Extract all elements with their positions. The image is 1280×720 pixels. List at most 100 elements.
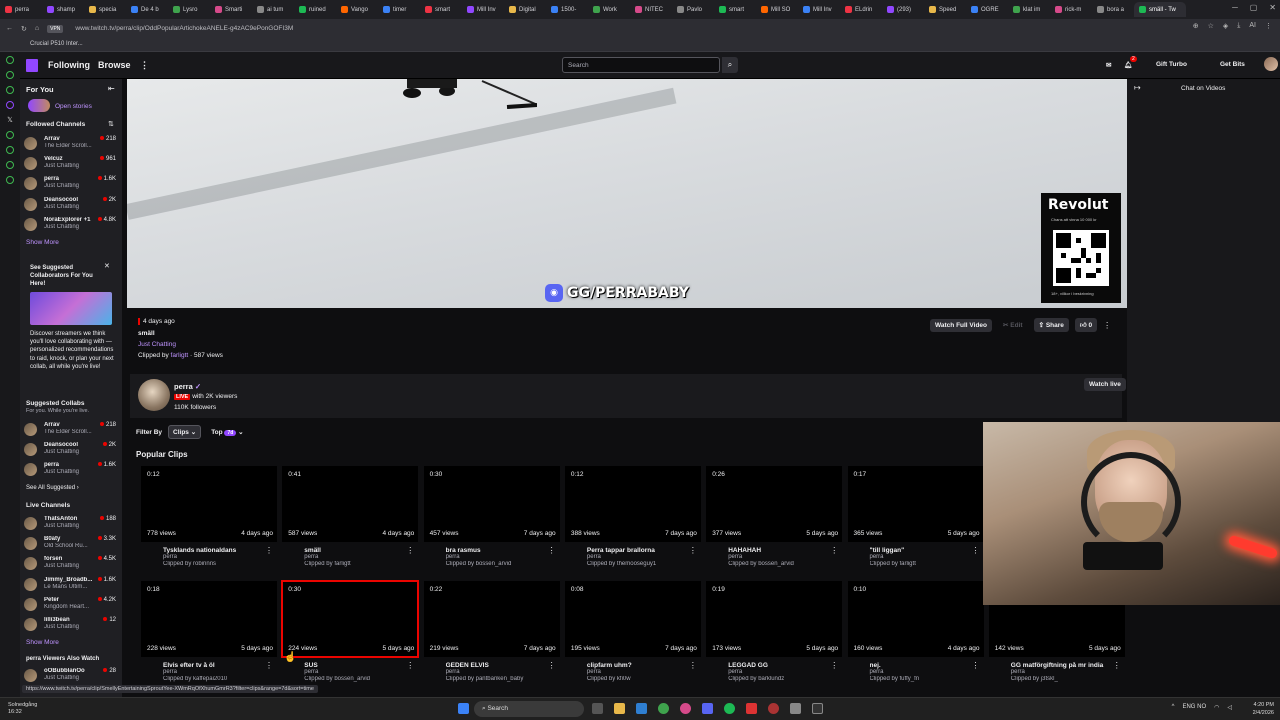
gift-turbo-button[interactable]: Gift Turbo xyxy=(1156,61,1187,68)
edit-button[interactable]: ✂ Edit xyxy=(998,318,1028,332)
sidebar-channel[interactable]: forsen Just Chatting 4.5K xyxy=(24,555,120,574)
browser-tab[interactable]: Vango xyxy=(336,2,378,17)
bookmark-item[interactable]: Crucial P510 Inter... xyxy=(30,41,83,47)
sidebar-channel[interactable]: perra Just Chatting 1.6K xyxy=(24,461,120,480)
tray-arrow-icon[interactable]: ^ xyxy=(1172,704,1175,711)
open-stories-link[interactable]: Open stories xyxy=(55,103,92,110)
sidebar-channel[interactable]: Jimmy_Broadb... Le Mans Ultim... 1.6K xyxy=(24,576,120,595)
clip-card[interactable]: 0:18 228 views 5 days ago Elvis efter tv å … xyxy=(141,581,277,691)
minimize-icon[interactable]: ─ xyxy=(1232,3,1238,12)
clipper-link[interactable]: farligtt xyxy=(171,352,189,359)
clip-menu-icon[interactable]: ⋮ xyxy=(972,546,980,555)
rail-app-icon[interactable] xyxy=(6,131,14,139)
clip-channel[interactable]: perra xyxy=(304,554,318,560)
sidebar-channel[interactable]: lilli3bean Just Chatting 12 xyxy=(24,616,120,635)
app-icon[interactable] xyxy=(790,703,801,714)
channel-avatar[interactable] xyxy=(138,379,170,411)
browser-tab[interactable]: Speed xyxy=(924,2,966,17)
url-field[interactable]: www.twitch.tv/perra/clip/OddPopularArtic… xyxy=(75,25,293,32)
search-icon[interactable]: ⌕ xyxy=(722,57,738,73)
clip-menu-icon[interactable]: ⋮ xyxy=(406,661,414,670)
clip-channel[interactable]: perra xyxy=(870,554,884,560)
language-indicator[interactable]: ENG NO xyxy=(1182,704,1206,711)
clip-card[interactable]: 0:41 587 views 4 days ago smäll perra Clipped… xyxy=(282,466,419,576)
show-more-followed[interactable]: Show More xyxy=(26,239,59,246)
clip-menu-icon[interactable]: ⋮ xyxy=(265,661,273,670)
sidebar-channel[interactable]: NoraExplorer +1 Just Chatting 4.8K xyxy=(24,216,120,235)
sidebar-channel[interactable]: Deansocool Just Chatting 2K xyxy=(24,196,120,215)
clip-menu-icon[interactable]: ⋮ xyxy=(972,661,980,670)
clip-card[interactable]: 0:10 160 views 4 days ago nej. perra Clipped … xyxy=(847,581,984,691)
taskbar-clock[interactable]: 4:20 PM 2/4/2026 xyxy=(1253,701,1274,717)
browser-tab[interactable]: Mill SO xyxy=(756,2,798,17)
show-more-live[interactable]: Show More xyxy=(26,639,59,646)
notifications-icon[interactable]: 🔔︎ xyxy=(1124,61,1132,69)
clip-card[interactable]: 0:12 778 views 4 days ago Tysklands nationa… xyxy=(141,466,277,576)
browser-tab[interactable]: smäll - Tw xyxy=(1134,2,1186,17)
clip-card[interactable]: 0:08 195 views 7 days ago clipfarm uhm? perr… xyxy=(564,581,701,691)
taskbar-search[interactable]: ⌕ Search xyxy=(474,701,584,717)
following-link[interactable]: Following xyxy=(48,60,90,70)
back-icon[interactable]: ← xyxy=(6,25,13,32)
ai-icon[interactable]: AI xyxy=(1249,22,1256,30)
home-icon[interactable]: ⌂ xyxy=(35,25,39,32)
clip-channel[interactable]: perra xyxy=(587,669,601,675)
more-menu-icon[interactable]: ⋮ xyxy=(140,60,149,71)
browser-tab[interactable]: Work xyxy=(588,2,630,17)
collapse-sidebar-icon[interactable]: ⇤ xyxy=(108,84,115,93)
rail-app-icon[interactable] xyxy=(6,146,14,154)
bookmark-star-icon[interactable]: ☆ xyxy=(1208,22,1214,30)
clip-channel[interactable]: perra xyxy=(587,554,601,560)
vpn-badge[interactable]: VPN xyxy=(47,24,64,33)
close-icon[interactable]: ✕ xyxy=(1269,3,1276,12)
clip-category-link[interactable]: Just Chatting xyxy=(138,341,176,348)
wifi-icon[interactable]: ◠ xyxy=(1214,704,1219,711)
sidebar-channel[interactable]: ThatsAnton Just Chatting 188 xyxy=(24,515,120,534)
clip-menu-icon[interactable]: ⋮ xyxy=(265,546,273,555)
rail-app-icon[interactable] xyxy=(6,86,14,94)
browser-tab[interactable]: 1500- xyxy=(546,2,588,17)
video-player[interactable]: ◉ GG/PERRABABY Revolut Chans att vinna 1… xyxy=(127,79,1127,308)
rail-app-icon[interactable] xyxy=(6,161,14,169)
rail-app-icon[interactable] xyxy=(6,56,14,64)
sidebar-channel[interactable]: B0aty Old School Ru... 3.3K xyxy=(24,535,120,554)
clip-menu-icon[interactable]: ⋮ xyxy=(548,661,556,670)
spotify-icon[interactable] xyxy=(724,703,735,714)
browser-tab[interactable]: Pavlo xyxy=(672,2,714,17)
channel-name[interactable]: perra ✓ xyxy=(174,382,201,391)
browse-link[interactable]: Browse xyxy=(98,60,131,70)
extension-icon[interactable]: ◈ xyxy=(1223,22,1228,30)
clip-channel[interactable]: perra xyxy=(163,554,177,560)
maximize-icon[interactable]: ▢ xyxy=(1250,3,1258,12)
clip-title[interactable]: clipfarm uhm? xyxy=(587,662,687,669)
browser-tab[interactable]: Smarti xyxy=(210,2,252,17)
clip-channel[interactable]: perra xyxy=(1011,669,1025,675)
clip-title[interactable]: GG matförgiftning på mr india xyxy=(1011,662,1111,669)
browser-tab[interactable]: Lysro xyxy=(168,2,210,17)
sidebar-channel[interactable]: Deansocool Just Chatting 2K xyxy=(24,441,120,460)
clip-menu-icon[interactable]: ⋮ xyxy=(406,546,414,555)
clip-title[interactable]: "till liggan" xyxy=(870,547,970,554)
stories-avatars[interactable] xyxy=(28,99,50,112)
clip-title[interactable]: bra rasmus xyxy=(446,547,546,554)
clip-title[interactable]: GEDEN ELVIS xyxy=(446,662,546,669)
clip-title[interactable]: SUS xyxy=(304,662,404,669)
clip-channel[interactable]: perra xyxy=(728,554,742,560)
sidebar-channel[interactable]: Peter Kingdom Heart... 4.2K xyxy=(24,596,120,615)
clip-title[interactable]: HAHAHAH xyxy=(728,547,828,554)
clip-title[interactable]: Tysklands nationaldans xyxy=(163,547,263,554)
clip-type-select[interactable]: Clips ⌄ xyxy=(168,425,202,439)
browser-tab[interactable]: shamp xyxy=(42,2,84,17)
browser-tab[interactable]: rick-m xyxy=(1050,2,1092,17)
clip-channel[interactable]: perra xyxy=(446,554,460,560)
browser-tab[interactable]: NITEC xyxy=(630,2,672,17)
clip-menu-icon[interactable]: ⋮ xyxy=(830,546,838,555)
clip-menu-icon[interactable]: ⋮ xyxy=(689,546,697,555)
start-icon[interactable] xyxy=(458,703,469,714)
browser-tab[interactable]: Digital xyxy=(504,2,546,17)
twitch-logo-icon[interactable] xyxy=(26,59,38,72)
user-avatar[interactable] xyxy=(1264,57,1278,71)
menu-dots-icon[interactable]: ⋮ xyxy=(1265,22,1272,30)
clip-title[interactable]: Elvis efter tv å öl xyxy=(163,662,263,669)
file-explorer-icon[interactable] xyxy=(614,703,625,714)
